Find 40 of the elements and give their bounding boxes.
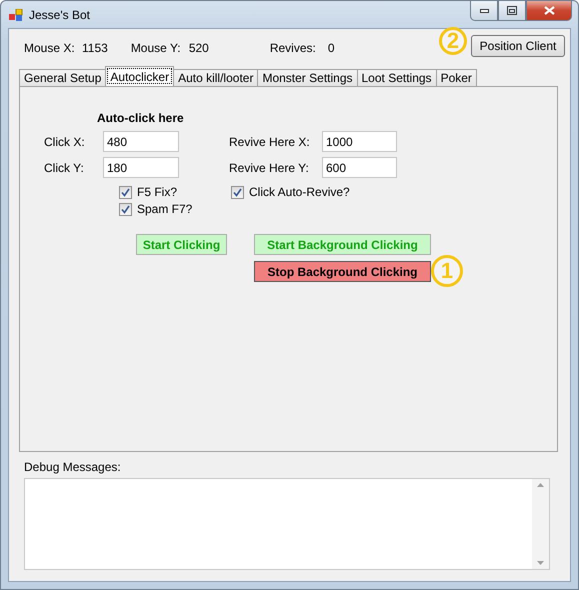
- number-annotation: 1: [431, 255, 463, 287]
- readout-label: Mouse Y:: [130, 41, 182, 55]
- tab[interactable]: Loot Settings: [356, 69, 437, 86]
- maximize-icon: [507, 6, 517, 15]
- stop-button[interactable]: Stop Background Clicking: [254, 261, 431, 282]
- position-client-button[interactable]: Position Client: [471, 35, 565, 57]
- readout-value: 1153: [82, 41, 108, 55]
- number-field[interactable]: 600: [322, 157, 397, 178]
- field-label: Click X:: [44, 134, 86, 148]
- checkbox[interactable]: [119, 202, 132, 216]
- number-annotation: 2: [439, 27, 467, 55]
- checkbox-label: Click Auto-Revive?: [249, 185, 350, 199]
- minimize-button[interactable]: [470, 1, 498, 21]
- close-icon: [544, 6, 554, 15]
- readout-value: 0: [328, 41, 335, 55]
- app-icon: [9, 8, 23, 20]
- readout-label: Revives:: [270, 41, 317, 55]
- field-label: Revive Here Y:: [229, 160, 310, 174]
- tab[interactable]: Autoclicker: [105, 66, 174, 86]
- tab[interactable]: General Setup: [19, 69, 106, 86]
- tab[interactable]: Poker: [436, 69, 477, 86]
- number-field[interactable]: 1000: [322, 131, 397, 152]
- checkbox[interactable]: [231, 186, 244, 198]
- field-label: Click Y:: [44, 160, 85, 174]
- checkbox-label: F5 Fix?: [137, 185, 178, 199]
- tab[interactable]: Monster Settings: [257, 69, 358, 86]
- checkbox-label: Spam F7?: [137, 202, 192, 216]
- close-button[interactable]: [526, 1, 572, 21]
- number-field[interactable]: 480: [103, 131, 179, 152]
- checkbox[interactable]: [119, 186, 132, 198]
- readout-label: Mouse X:: [24, 41, 76, 55]
- number-field[interactable]: 180: [103, 157, 179, 178]
- readout-value: 520: [188, 41, 209, 55]
- window-title: Jesse's Bot: [29, 8, 91, 22]
- section-heading: Auto-click here: [97, 111, 185, 127]
- tab[interactable]: Auto kill/looter: [173, 69, 258, 86]
- field-label: Revive Here X:: [229, 134, 311, 148]
- minimize-icon: [480, 8, 488, 12]
- maximize-button[interactable]: [498, 1, 526, 21]
- debug-label: Debug Messages:: [24, 460, 122, 476]
